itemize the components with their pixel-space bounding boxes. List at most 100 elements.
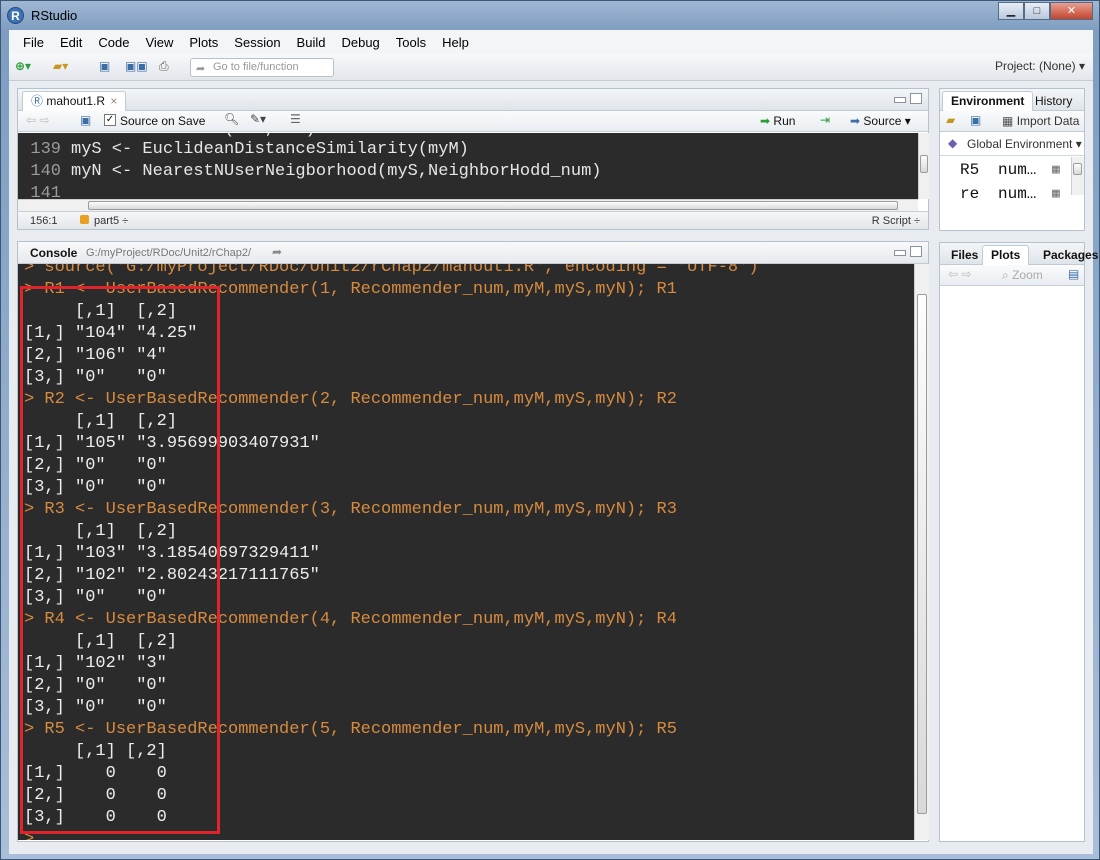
code-line: 139 myS <- EuclideanDistanceSimilarity(my… — [30, 140, 469, 159]
tab-files[interactable]: Files — [942, 245, 987, 265]
menu-build[interactable]: Build — [289, 35, 334, 50]
editor-hscroll-thumb[interactable] — [88, 201, 898, 210]
zoom-label: Zoom — [1012, 268, 1043, 282]
view-table-icon[interactable]: ▦ — [1052, 186, 1060, 201]
editor-toolbar: ⇦ ⇨ ▣ ✓ Source on Save 🔍︎ ✎▾ ☰ ➡ Run ⇥ ➡… — [18, 111, 928, 132]
tab-packages[interactable]: Packages — [1034, 245, 1100, 265]
goto-file-input[interactable]: ➦ Go to file/function — [190, 58, 334, 77]
console-line: > source('G:/myProject/RDoc/Unit2/rChap2… — [24, 264, 759, 277]
files-plots-pane: Files Plots Packages ⇦ ⇨ ⌕ Zoom ▤ — [939, 242, 1098, 842]
rerun-icon[interactable]: ⇥ — [820, 113, 830, 127]
menu-session[interactable]: Session — [226, 35, 288, 50]
menu-help[interactable]: Help — [434, 35, 477, 50]
tab-label: mahout1.R — [46, 94, 106, 108]
tab-history[interactable]: History — [1026, 91, 1081, 111]
menu-bar: File Edit Code View Plots Session Build … — [9, 30, 1093, 54]
editor-pane: Ⓡ mahout1.R × ⇦ ⇨ ▣ ✓ Source on Save 🔍︎ … — [17, 88, 929, 230]
horizontal-splitter[interactable] — [17, 232, 929, 239]
editor-save-icon[interactable]: ▣ — [80, 113, 91, 127]
load-workspace-icon[interactable]: ▰ — [946, 113, 955, 127]
rstudio-window: R RStudio ▁ □ ✕ File Edit Code View Plot… — [0, 0, 1100, 860]
close-button[interactable]: ✕ — [1050, 2, 1093, 20]
editor-hscrollbar[interactable] — [18, 199, 918, 211]
env-toolbar: ▰ ▣ ▦ Import Data — [940, 111, 1084, 132]
import-data-label: Import Data — [1016, 114, 1080, 128]
console-output[interactable]: > source('G:/myProject/RDoc/Unit2/rChap2… — [18, 264, 914, 840]
env-row-value: num… — [998, 161, 1037, 179]
console-vscroll-thumb[interactable] — [917, 294, 927, 814]
global-env-selector[interactable]: Global Environment ▾ — [967, 137, 1082, 151]
run-arrow-icon: ➡ — [760, 114, 771, 128]
console-path: G:/myProject/RDoc/Unit2/rChap2/ — [86, 247, 252, 259]
import-data-button[interactable]: ▦ Import Data — [1002, 114, 1079, 128]
save-icon[interactable]: ▣ — [99, 59, 110, 76]
menu-edit[interactable]: Edit — [52, 35, 90, 50]
tab-environment[interactable]: Environment — [942, 91, 1034, 111]
new-file-icon[interactable]: ⊕▾ — [15, 59, 31, 76]
code-line: 141 — [30, 184, 61, 199]
view-table-icon[interactable]: ▦ — [1052, 162, 1060, 177]
global-env-icon: ◆ — [948, 136, 958, 150]
env-scope-bar: ◆ Global Environment ▾ — [940, 132, 1084, 156]
export-icon[interactable]: ▤ — [1068, 267, 1079, 281]
run-button[interactable]: ➡ Run — [760, 114, 795, 128]
close-tab-icon[interactable]: × — [110, 94, 117, 108]
run-label: Run — [773, 114, 796, 128]
maximize-button[interactable]: □ — [1024, 2, 1050, 20]
section-icon — [80, 215, 89, 224]
env-variable-list: R5 num… ▦ re num… ▦ — [940, 157, 1084, 203]
plot-nav-icon[interactable]: ⇦ ⇨ — [948, 267, 971, 281]
env-row-value: num… — [998, 185, 1037, 203]
maximize-pane-icon[interactable] — [910, 93, 922, 104]
print-icon[interactable]: ⎙ — [159, 59, 169, 76]
tab-plots[interactable]: Plots — [982, 245, 1030, 265]
vertical-splitter[interactable] — [932, 88, 937, 842]
editor-vscroll-thumb[interactable] — [920, 155, 928, 173]
menu-code[interactable]: Code — [90, 35, 137, 50]
env-vscrollbar[interactable] — [1071, 157, 1084, 195]
file-type-selector[interactable]: R Script ÷ — [872, 215, 920, 227]
env-row-name[interactable]: re — [960, 185, 979, 203]
maximize-console-icon[interactable] — [910, 246, 922, 257]
back-icon[interactable]: ⇦ ⇨ — [26, 113, 49, 127]
window-title: RStudio — [31, 8, 78, 23]
code-editor[interactable]: - - ( , ) 139myS <- EuclideanDistanceSim… — [18, 133, 918, 199]
minimize-pane-icon[interactable] — [894, 97, 906, 103]
goto-dir-icon[interactable]: ➦ — [272, 245, 282, 259]
minimize-console-icon[interactable] — [894, 250, 906, 256]
tab-mahout1[interactable]: Ⓡ mahout1.R × — [22, 91, 127, 111]
compile-report-icon[interactable]: ☰ — [290, 112, 301, 126]
main-toolbar: ⊕▾ ▰▾ ▣ ▣▣ ⎙ ➦ Go to file/function Proje… — [9, 54, 1093, 81]
search-icon[interactable]: 🔍︎ — [224, 112, 239, 126]
menu-view[interactable]: View — [137, 35, 181, 50]
source-label: Source ▾ — [863, 114, 911, 128]
console-pane: Console G:/myProject/RDoc/Unit2/rChap2/ … — [17, 241, 929, 842]
section-selector[interactable]: part5 ÷ — [94, 215, 128, 227]
menu-debug[interactable]: Debug — [333, 35, 387, 50]
source-button[interactable]: ➡ Source ▾ — [850, 114, 911, 128]
environment-pane: Environment History ▰ ▣ ▦ Import Data ◆ … — [939, 88, 1085, 231]
env-row-name[interactable]: R5 — [960, 161, 979, 179]
menu-plots[interactable]: Plots — [181, 35, 226, 50]
console-vscrollbar[interactable] — [914, 264, 929, 840]
project-menu[interactable]: Project: (None) ▾ — [995, 59, 1085, 73]
table-icon: ▦ — [1002, 114, 1014, 128]
source-on-save-label: Source on Save — [120, 114, 206, 128]
console-label: Console — [30, 246, 78, 260]
menu-file[interactable]: File — [15, 35, 52, 50]
save-all-icon[interactable]: ▣▣ — [125, 59, 148, 76]
menu-tools[interactable]: Tools — [388, 35, 434, 50]
cursor-position: 156:1 — [30, 215, 58, 227]
code-line: 140 myN <- NearestNUserNeigborhood(myS,Ne… — [30, 162, 602, 181]
r-file-icon: Ⓡ — [31, 94, 44, 108]
magic-wand-icon[interactable]: ✎▾ — [250, 112, 266, 126]
env-vscroll-thumb[interactable] — [1073, 163, 1082, 175]
source-on-save-checkbox[interactable]: ✓ — [104, 114, 116, 126]
open-folder-icon[interactable]: ▰▾ — [53, 59, 68, 76]
minimize-button[interactable]: ▁ — [998, 2, 1024, 20]
title-bar[interactable]: R RStudio ▁ □ ✕ — [1, 1, 1099, 30]
app-client: File Edit Code View Plots Session Build … — [9, 30, 1098, 854]
save-workspace-icon[interactable]: ▣ — [970, 113, 981, 127]
zoom-button[interactable]: ⌕ Zoom — [1002, 268, 1043, 283]
editor-vscrollbar[interactable] — [918, 133, 929, 199]
